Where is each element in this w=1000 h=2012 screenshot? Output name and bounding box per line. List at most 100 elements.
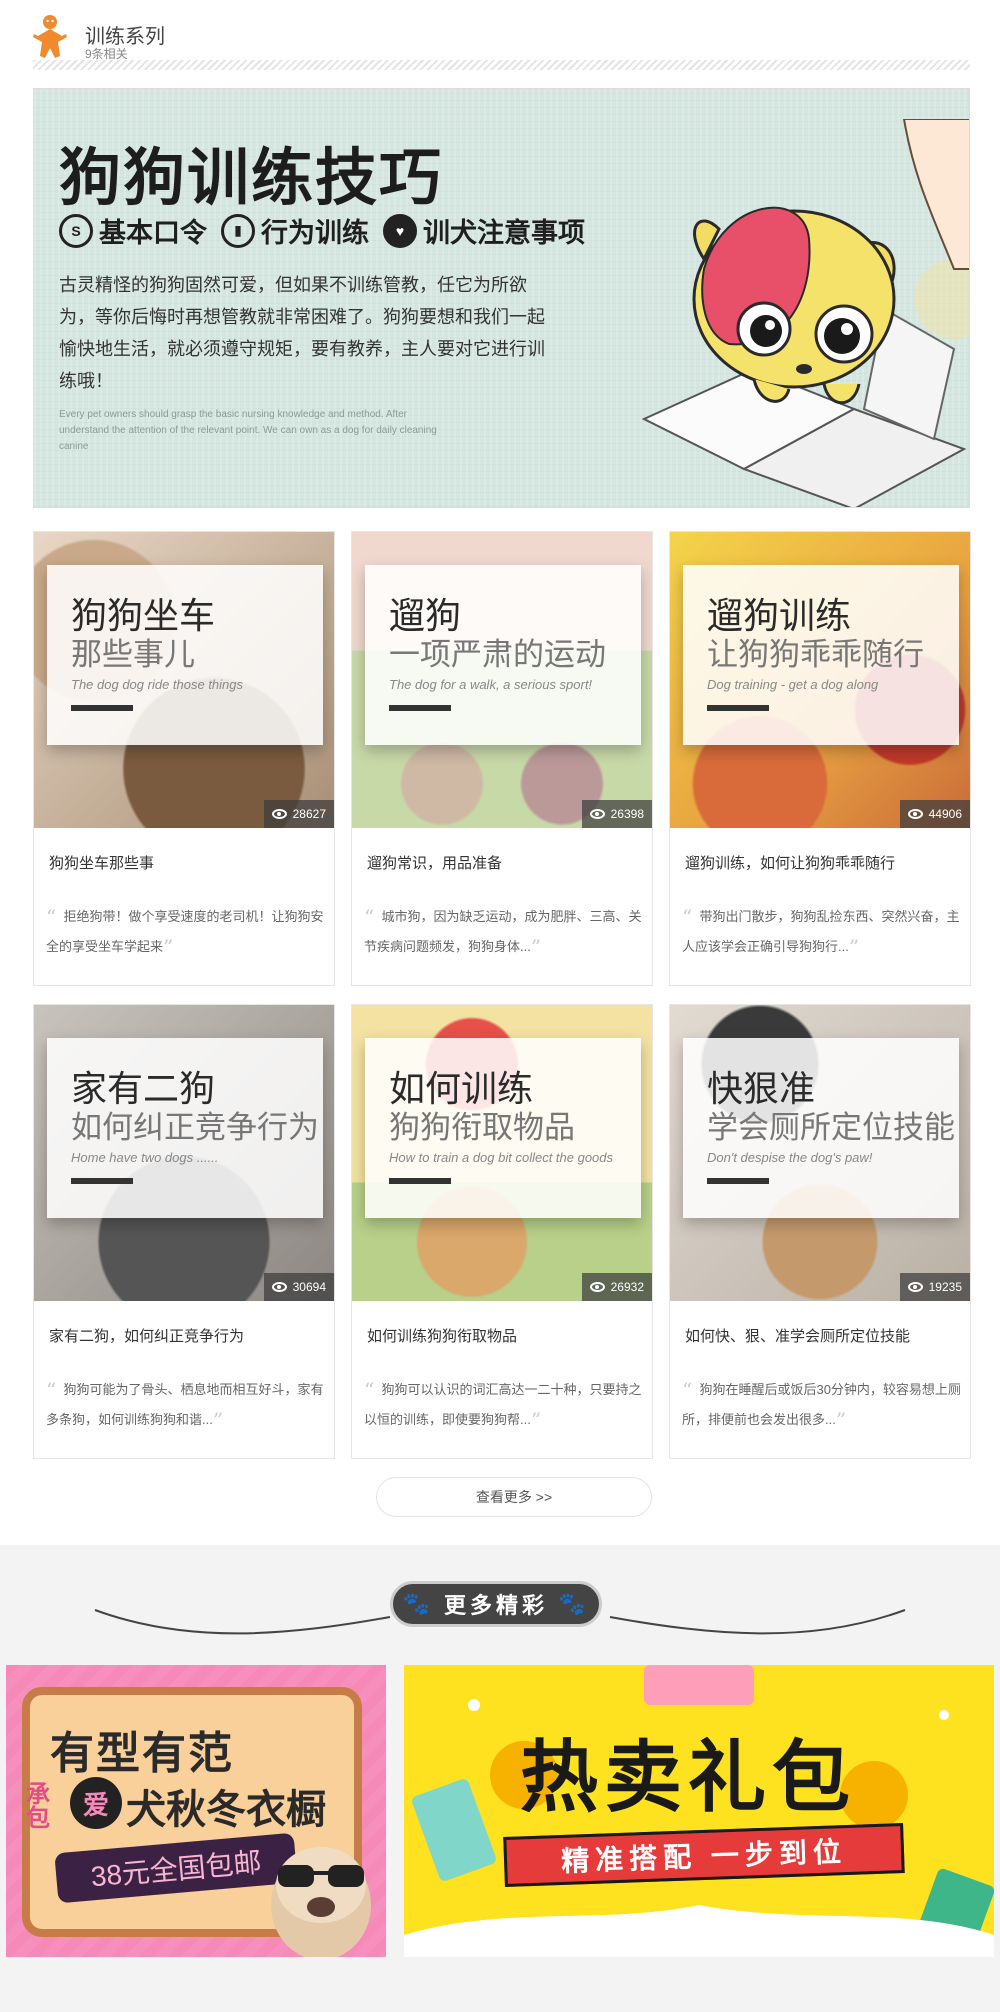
panel-underline bbox=[389, 1178, 451, 1184]
section-badge-label: 更多精彩 bbox=[443, 1593, 548, 1618]
promo-line1: 有型有范 bbox=[50, 1729, 234, 1778]
card-panel: 遛狗 一项严肃的运动 The dog for a walk, a serious… bbox=[365, 565, 641, 745]
card-thumbnail[interactable]: 遛狗训练 让狗狗乖乖随行 Dog training - get a dog al… bbox=[670, 532, 970, 828]
card-thumbnail[interactable]: 狗狗坐车 那些事儿 The dog dog ride those things … bbox=[34, 532, 334, 828]
card-description-text: 城市狗，因为缺乏运动，成为肥胖、三高、关节疾病问题频发，狗狗身体... bbox=[364, 909, 642, 954]
article-card[interactable]: 家有二狗 如何纠正竞争行为 Home have two dogs ...... … bbox=[33, 1004, 335, 1459]
card-panel: 快狠准 学会厕所定位技能 Don't despise the dog's paw… bbox=[683, 1038, 959, 1218]
banner-english-text: Every pet owners should grasp the basic … bbox=[59, 409, 437, 452]
header-divider bbox=[33, 60, 970, 70]
card-title[interactable]: 如何快、狠、准学会厕所定位技能 bbox=[685, 1325, 910, 1346]
gingerbread-logo-icon bbox=[33, 15, 67, 58]
view-count-badge: 26398 bbox=[581, 800, 652, 828]
card-description: “ 拒绝狗带！做个享受速度的老司机！让狗狗安全的享受坐车学起来” bbox=[46, 902, 326, 962]
card-description: “ 城市狗，因为缺乏运动，成为肥胖、三高、关节疾病问题频发，狗狗身体...” bbox=[364, 902, 644, 962]
close-quote-icon: ” bbox=[848, 935, 860, 959]
training-banner[interactable]: 狗狗训练技巧 S 基本口令 ▮ 行为训练 ♥ 训犬注意事项 古灵精怪的狗狗固然可… bbox=[33, 88, 970, 508]
panel-underline bbox=[389, 705, 451, 711]
close-quote-icon: ” bbox=[530, 1408, 542, 1432]
card-title[interactable]: 如何训练狗狗衔取物品 bbox=[367, 1325, 517, 1346]
view-more-button[interactable]: 查看更多 >> bbox=[376, 1477, 652, 1517]
open-quote-icon: “ bbox=[46, 1378, 57, 1402]
article-card[interactable]: 快狠准 学会厕所定位技能 Don't despise the dog's paw… bbox=[669, 1004, 971, 1459]
card-description-text: 狗狗在睡醒后或饭后30分钟内，较容易想上厕所，排便前也会发出很多... bbox=[682, 1382, 961, 1427]
card-panel-english: The dog for a walk, a serious sport! bbox=[389, 677, 593, 692]
card-panel-subtitle: 一项严肃的运动 bbox=[389, 637, 606, 672]
panel-underline bbox=[71, 1178, 133, 1184]
eye-icon bbox=[589, 809, 605, 819]
card-panel-subtitle: 狗狗衔取物品 bbox=[389, 1110, 575, 1145]
shield-icon: S bbox=[59, 213, 93, 248]
view-count: 44906 bbox=[928, 807, 962, 821]
card-panel: 狗狗坐车 那些事儿 The dog dog ride those things bbox=[47, 565, 323, 745]
card-panel-subtitle: 学会厕所定位技能 bbox=[707, 1110, 955, 1145]
close-quote-icon: ” bbox=[530, 935, 542, 959]
open-quote-icon: “ bbox=[364, 905, 375, 929]
card-panel: 如何训练 狗狗衔取物品 How to train a dog bit colle… bbox=[365, 1038, 641, 1218]
promo-banner-gift-pack[interactable]: 热卖礼包 精准搭配 一步到位 bbox=[404, 1665, 994, 1957]
heart-pulse-icon: ♥ bbox=[383, 213, 417, 248]
eye-icon bbox=[589, 1282, 605, 1292]
card-description-text: 狗狗可能为了骨头、栖息地而相互好斗，家有多条狗，如何训练狗狗和谐... bbox=[46, 1382, 324, 1427]
banner-tag-label: 基本口令 bbox=[99, 218, 207, 248]
view-count: 28627 bbox=[292, 807, 326, 821]
panel-underline bbox=[707, 705, 769, 711]
eye-icon bbox=[907, 809, 923, 819]
card-panel: 家有二狗 如何纠正竞争行为 Home have two dogs ...... bbox=[47, 1038, 323, 1218]
view-count: 30694 bbox=[292, 1280, 326, 1294]
view-count: 19235 bbox=[928, 1280, 962, 1294]
card-thumbnail[interactable]: 快狠准 学会厕所定位技能 Don't despise the dog's paw… bbox=[670, 1005, 970, 1301]
close-quote-icon: ” bbox=[163, 935, 174, 959]
close-quote-icon: ” bbox=[212, 1408, 224, 1432]
promo-banner-clothing[interactable]: 有型有范 犬秋冬衣橱 承包 爱 38元全国包邮 bbox=[6, 1665, 386, 1957]
panel-underline bbox=[707, 1178, 769, 1184]
article-card[interactable]: 遛狗 一项严肃的运动 The dog for a walk, a serious… bbox=[351, 531, 653, 986]
article-card[interactable]: 遛狗训练 让狗狗乖乖随行 Dog training - get a dog al… bbox=[669, 531, 971, 986]
card-title[interactable]: 狗狗坐车那些事 bbox=[49, 852, 154, 873]
phone-icon: ▮ bbox=[221, 213, 255, 248]
open-quote-icon: “ bbox=[682, 905, 693, 929]
card-panel-subtitle: 那些事儿 bbox=[71, 637, 195, 672]
banner-tag-label: 行为训练 bbox=[261, 218, 369, 248]
banner-description: 古灵精怪的狗狗固然可爱，但如果不训练管教，任它为所欲为，等你后悔时再想管教就非常… bbox=[59, 275, 545, 391]
card-panel-english: Don't despise the dog's paw! bbox=[707, 1150, 873, 1165]
promo-heart: 爱 bbox=[70, 1777, 122, 1829]
eye-icon bbox=[271, 809, 287, 819]
card-thumbnail[interactable]: 家有二狗 如何纠正竞争行为 Home have two dogs ...... … bbox=[34, 1005, 334, 1301]
section-badge: 🐾 更多精彩 🐾 bbox=[390, 1581, 602, 1627]
card-thumbnail[interactable]: 如何训练 狗狗衔取物品 How to train a dog bit colle… bbox=[352, 1005, 652, 1301]
panel-underline bbox=[71, 705, 133, 711]
card-description-text: 拒绝狗带！做个享受速度的老司机！让狗狗安全的享受坐车学起来 bbox=[46, 909, 324, 954]
article-card[interactable]: 狗狗坐车 那些事儿 The dog dog ride those things … bbox=[33, 531, 335, 986]
view-count: 26932 bbox=[610, 1280, 644, 1294]
view-count-badge: 28627 bbox=[263, 800, 334, 828]
banner-tag: ▮ 行为训练 bbox=[221, 211, 369, 250]
card-panel-english: How to train a dog bit collect the goods bbox=[389, 1150, 614, 1165]
eye-icon bbox=[271, 1282, 287, 1292]
card-title[interactable]: 家有二狗，如何纠正竞争行为 bbox=[49, 1325, 244, 1346]
promo-side-chars: 承包 bbox=[26, 1781, 50, 1832]
banner-tags: S 基本口令 ▮ 行为训练 ♥ 训犬注意事项 bbox=[59, 211, 585, 250]
card-title[interactable]: 遛狗训练，如何让狗狗乖乖随行 bbox=[685, 852, 895, 873]
card-description: “ 狗狗可以认识的词汇高达一二十种，只要持之以恒的训练，即使要狗狗帮...” bbox=[364, 1375, 644, 1435]
view-count-badge: 30694 bbox=[263, 1273, 334, 1301]
open-quote-icon: “ bbox=[46, 905, 57, 929]
card-title[interactable]: 遛狗常识，用品准备 bbox=[367, 852, 502, 873]
cartoon-dog-reading-illustration bbox=[641, 119, 969, 507]
card-description: “ 带狗出门散步，狗狗乱捡东西、突然兴奋，主人应该学会正确引导狗狗行...” bbox=[682, 902, 962, 962]
view-count-badge: 44906 bbox=[899, 800, 970, 828]
pug-sunglasses-illustration bbox=[271, 1847, 371, 1957]
close-quote-icon: ” bbox=[835, 1408, 847, 1432]
card-thumbnail[interactable]: 遛狗 一项严肃的运动 The dog for a walk, a serious… bbox=[352, 532, 652, 828]
card-panel-english: The dog dog ride those things bbox=[71, 677, 244, 692]
card-panel-subtitle: 让狗狗乖乖随行 bbox=[707, 637, 924, 672]
view-count-badge: 26932 bbox=[581, 1273, 652, 1301]
banner-title: 狗狗训练技巧 bbox=[59, 144, 444, 213]
open-quote-icon: “ bbox=[364, 1378, 375, 1402]
eye-icon bbox=[907, 1282, 923, 1292]
article-card[interactable]: 如何训练 狗狗衔取物品 How to train a dog bit colle… bbox=[351, 1004, 653, 1459]
promo-title: 热卖礼包 bbox=[520, 1733, 857, 1821]
card-description-text: 带狗出门散步，狗狗乱捡东西、突然兴奋，主人应该学会正确引导狗狗行... bbox=[682, 909, 960, 954]
view-count: 26398 bbox=[610, 807, 644, 821]
card-panel-subtitle: 如何纠正竞争行为 bbox=[71, 1110, 319, 1145]
